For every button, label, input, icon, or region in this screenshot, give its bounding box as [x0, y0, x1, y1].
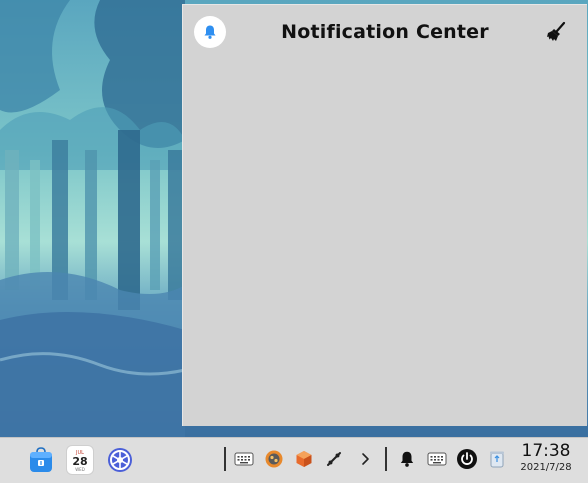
taskbar-app-calendar[interactable]: JUL 28 WED — [63, 443, 97, 477]
taskbar-app-system-settings[interactable] — [103, 443, 137, 477]
clear-notifications-button[interactable] — [543, 19, 569, 45]
tray-expand-button[interactable] — [353, 447, 377, 471]
clock-date: 2021/7/28 — [520, 462, 572, 473]
clock-time: 17:38 — [521, 441, 571, 461]
settings-wheel-icon — [108, 448, 132, 472]
trash-icon — [490, 451, 504, 468]
tray-keyboard[interactable] — [232, 447, 256, 471]
tray-network-app[interactable] — [262, 447, 286, 471]
bell-icon — [400, 451, 414, 467]
box-icon — [296, 451, 312, 467]
taskbar-app-software-store[interactable] — [24, 443, 58, 477]
tray-package-app[interactable] — [292, 447, 316, 471]
notification-center-panel: Notification Center — [182, 4, 587, 426]
keyboard-icon — [234, 452, 254, 466]
chevron-right-icon — [362, 453, 369, 465]
notification-center-title: Notification Center — [281, 21, 489, 43]
taskbar: JUL 28 WED 17:38 2021/7/28 — [0, 437, 588, 483]
orange-app-icon — [265, 450, 283, 468]
tray-pen-tool[interactable] — [322, 447, 346, 471]
desktop: Notification Center JUL 28 WED 17:38 202… — [0, 0, 588, 483]
tray-notifications[interactable] — [395, 447, 419, 471]
broom-icon — [547, 21, 566, 41]
tray-power[interactable] — [455, 447, 479, 471]
store-bag-icon — [30, 447, 52, 472]
taskbar-clock[interactable]: 17:38 2021/7/28 — [514, 441, 578, 475]
tray-separator — [385, 447, 387, 471]
pen-icon — [327, 452, 341, 466]
power-icon — [457, 449, 477, 469]
tray-trash[interactable] — [485, 447, 509, 471]
notification-center-header: Notification Center — [183, 5, 587, 61]
calendar-icon-weekday: WED — [75, 467, 85, 472]
taskbar-separator — [224, 447, 226, 471]
calendar-icon: JUL 28 WED — [67, 446, 93, 474]
keyboard-icon — [427, 452, 447, 466]
tray-input-method[interactable] — [425, 447, 449, 471]
